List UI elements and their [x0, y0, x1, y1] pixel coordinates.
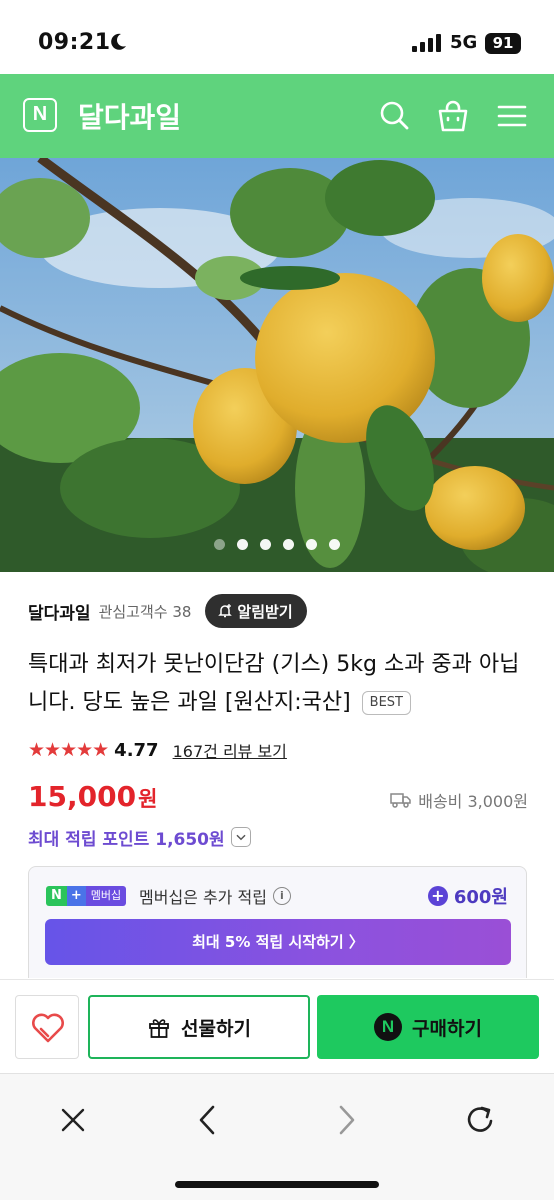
seller-row: 달다과일 관심고객수 38 알림받기 [28, 594, 307, 628]
info-icon[interactable]: i [272, 887, 291, 905]
seller-name[interactable]: 달다과일 [28, 599, 91, 624]
membership-text-label: 멤버십은 추가 적립 [139, 888, 267, 907]
plus-icon: + [427, 886, 448, 906]
follower-count: 관심고객수 38 [98, 602, 192, 621]
purchase-bar: 선물하기 N 구매하기 [0, 979, 554, 1073]
status-bar: 09:21 5G 91 [0, 0, 554, 74]
carousel-dot[interactable] [283, 539, 294, 550]
star-rating-icon: ★★★★★ [28, 739, 109, 761]
points-row[interactable]: 최대 적립 포인트 1,650원 [28, 825, 251, 850]
gift-button[interactable]: 선물하기 [88, 995, 310, 1059]
naver-pay-icon: N [374, 1013, 403, 1041]
store-name[interactable]: 달다과일 [78, 96, 181, 136]
buy-label: 구매하기 [412, 1017, 482, 1040]
carousel-dot[interactable] [214, 539, 225, 550]
shipping-fee: 배송비 3,000원 [390, 788, 528, 812]
browser-toolbar [0, 1073, 554, 1200]
alarm-button[interactable]: 알림받기 [205, 594, 307, 628]
carousel-dot[interactable] [306, 539, 317, 550]
persimmon-photo [0, 158, 554, 572]
alarm-label: 알림받기 [237, 602, 293, 621]
product-title: 특대과 최저가 못난이단감 (기스) 5kg 소과 중과 아닙니다. 당도 높은… [28, 646, 538, 722]
buy-button[interactable]: N 구매하기 [317, 995, 539, 1059]
carousel-indicator [0, 539, 554, 550]
carousel-dot[interactable] [329, 539, 340, 550]
product-title-text: 특대과 최저가 못난이단감 (기스) 5kg 소과 중과 아닙니다. 당도 높은… [28, 652, 520, 715]
shipping-label: 배송비 3,000원 [418, 792, 528, 811]
badge-plus: + [66, 886, 86, 906]
battery-indicator: 91 [485, 33, 521, 54]
best-badge: BEST [361, 691, 411, 715]
price: 15,000원 [28, 780, 157, 813]
badge-label: 멤버십 [85, 886, 127, 906]
membership-bonus-value: 600원 [453, 887, 508, 908]
naver-plus-membership-badge: N + 멤버십 [46, 886, 127, 906]
rating-score: 4.77 [114, 739, 159, 761]
bell-plus-icon [218, 604, 233, 618]
price-value: 15,000 [28, 780, 137, 813]
product-image-carousel[interactable] [0, 158, 554, 572]
heart-icon [32, 1013, 64, 1043]
membership-text: 멤버십은 추가 적립 i [139, 884, 291, 908]
gift-icon [149, 1019, 169, 1038]
close-icon[interactable] [53, 1100, 93, 1140]
membership-card: N + 멤버십 멤버십은 추가 적립 i + 600원 최대 5% 적립 시작하… [28, 866, 527, 978]
truck-icon [390, 793, 411, 808]
carousel-dot[interactable] [260, 539, 271, 550]
home-indicator[interactable] [175, 1181, 379, 1188]
store-header: N 달다과일 [0, 74, 554, 158]
carousel-dot[interactable] [237, 539, 248, 550]
menu-icon[interactable] [494, 98, 530, 134]
back-arrow-icon[interactable] [188, 1100, 228, 1140]
rating-row: ★★★★★ 4.77 167건 리뷰 보기 [28, 737, 287, 763]
forward-arrow-icon[interactable] [326, 1100, 366, 1140]
wishlist-button[interactable] [15, 995, 79, 1059]
price-unit: 원 [138, 787, 158, 811]
membership-start-button[interactable]: 최대 5% 적립 시작하기 〉 [45, 919, 511, 965]
search-icon[interactable] [376, 98, 412, 134]
membership-bonus: + 600원 [427, 883, 508, 909]
badge-n: N [46, 886, 67, 906]
shopping-bag-icon[interactable] [435, 98, 471, 134]
status-time: 09:21 [38, 30, 111, 55]
gift-label: 선물하기 [181, 1017, 251, 1040]
network-label: 5G [450, 32, 478, 53]
points-label: 최대 적립 포인트 1,650원 [28, 829, 225, 850]
chevron-down-icon[interactable] [230, 827, 251, 847]
price-row: 15,000원 배송비 3,000원 [28, 780, 528, 820]
reload-icon[interactable] [460, 1100, 500, 1140]
signal-icon [412, 34, 441, 52]
moon-icon [111, 33, 126, 50]
naver-logo[interactable]: N [23, 98, 57, 132]
review-link[interactable]: 167건 리뷰 보기 [173, 738, 287, 762]
